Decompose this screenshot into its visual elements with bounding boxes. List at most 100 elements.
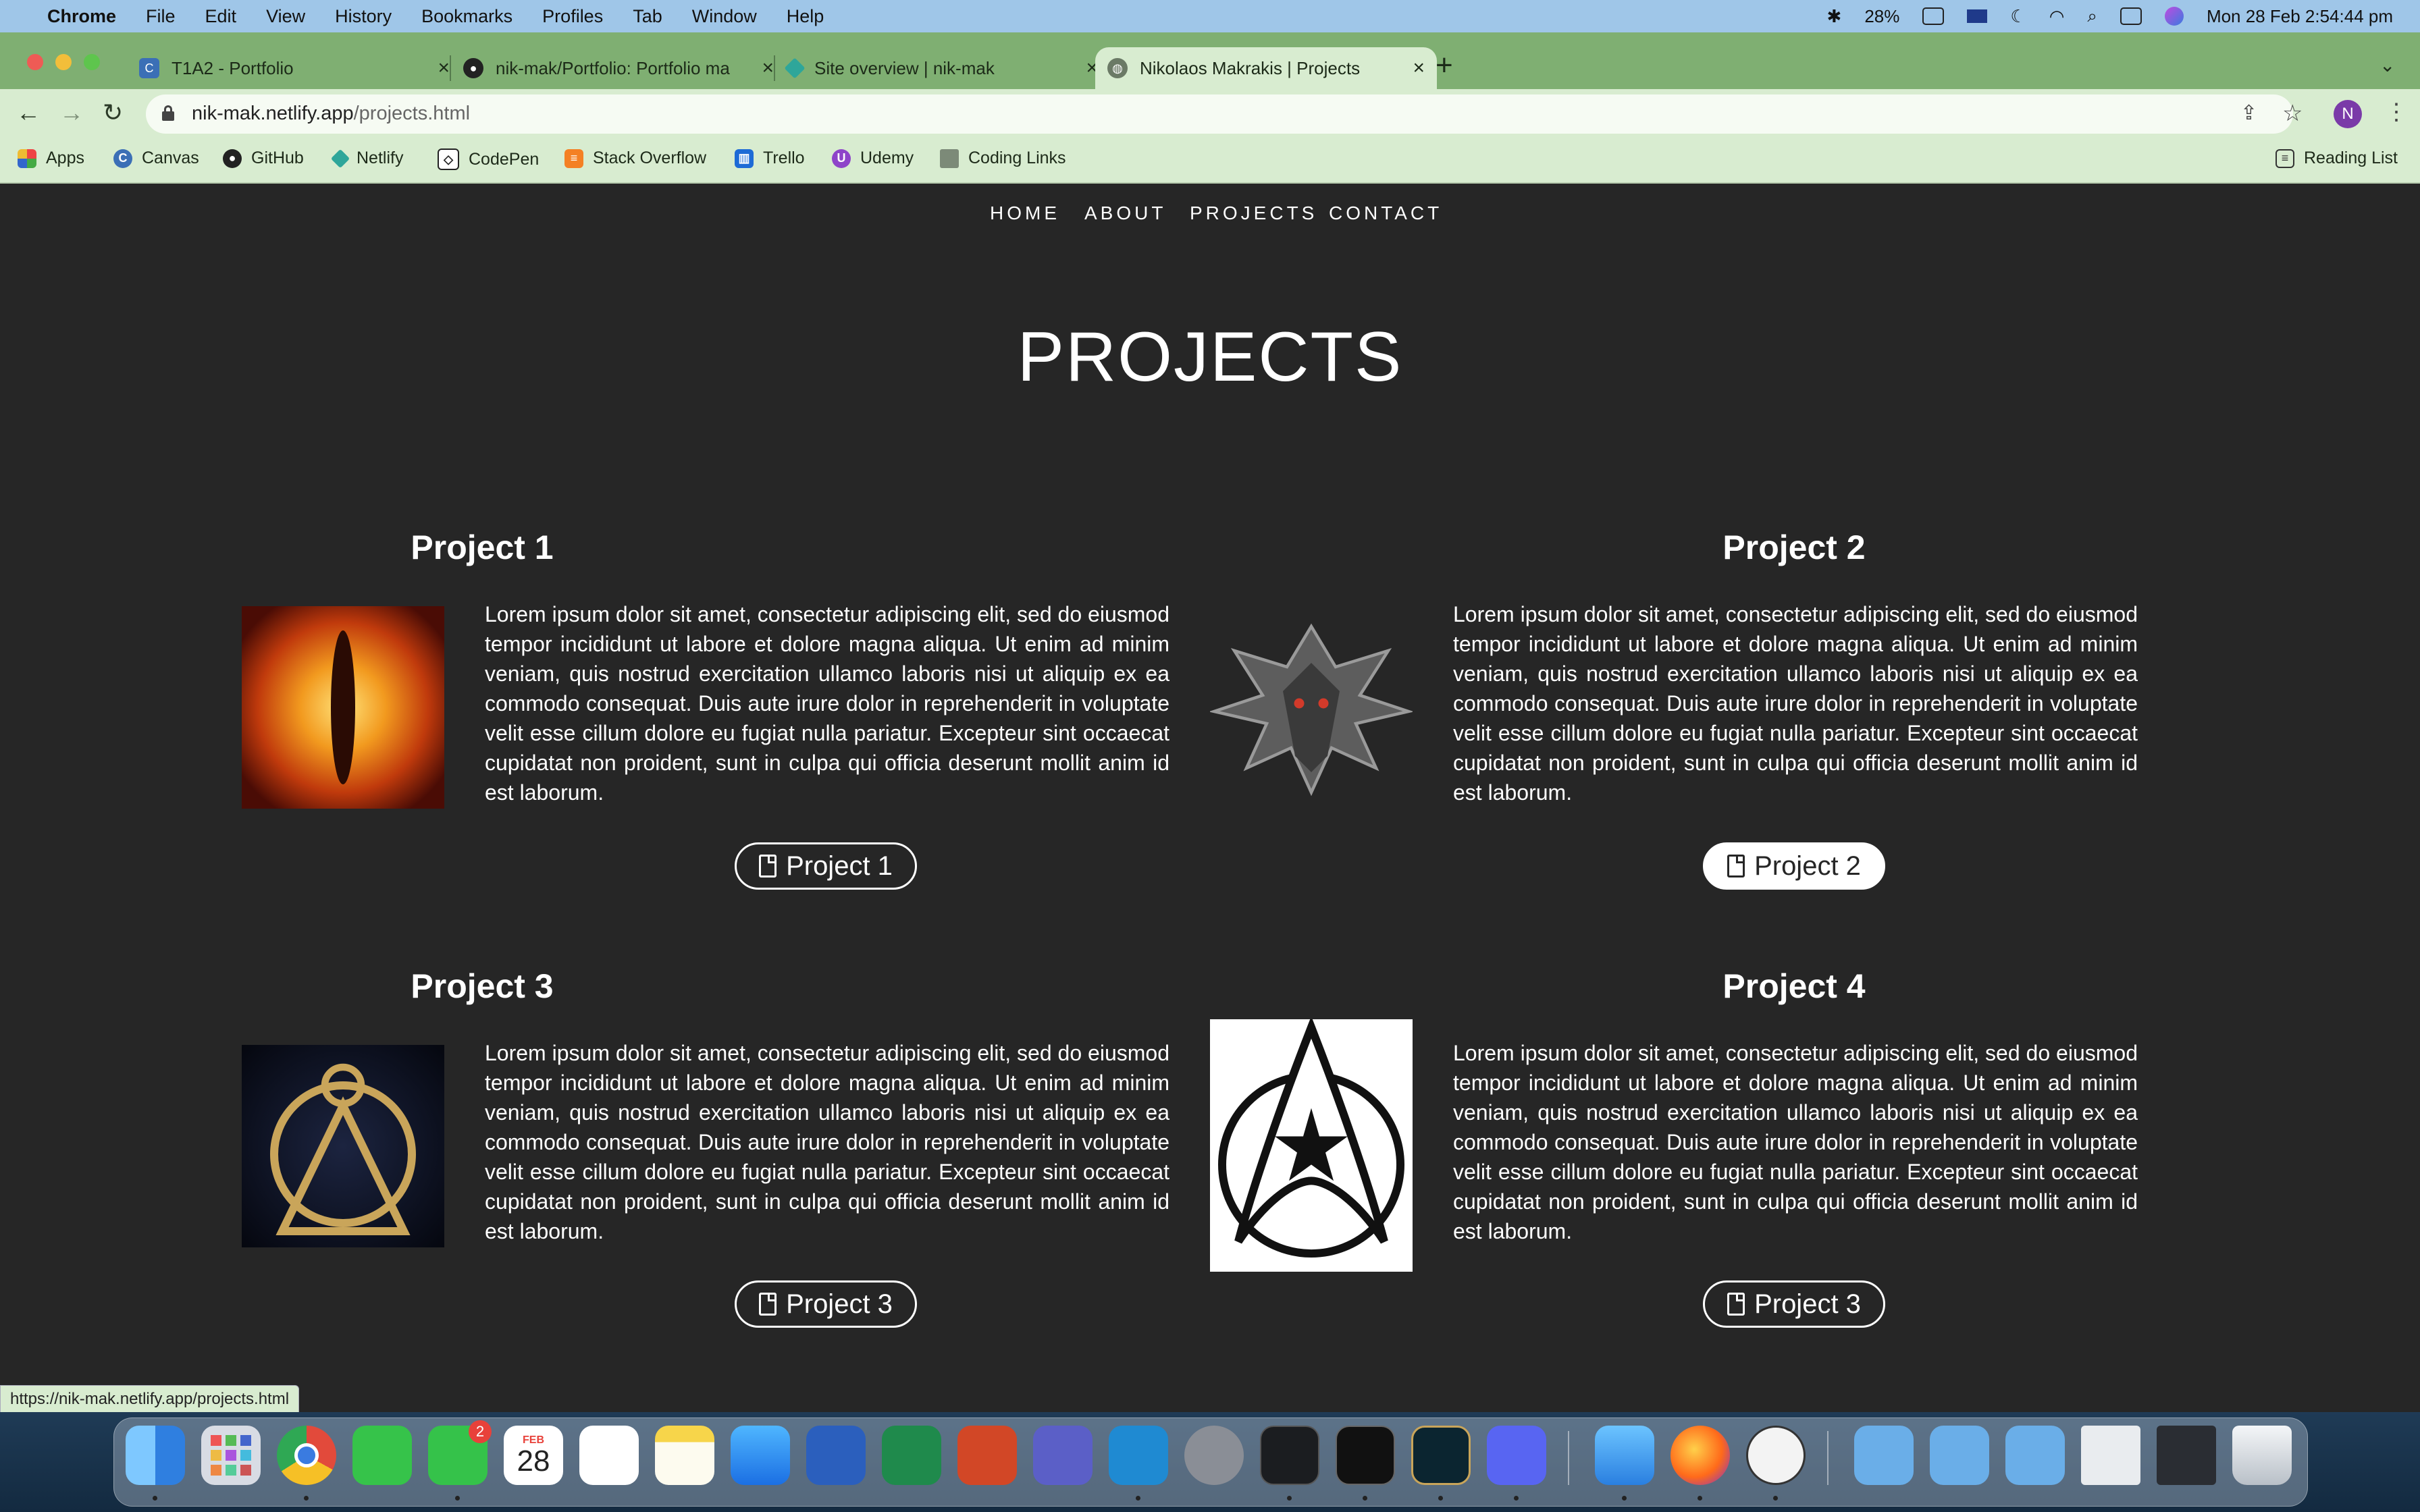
excel-icon[interactable]	[882, 1426, 941, 1485]
spotlight-search-icon[interactable]: ⌕	[2087, 5, 2097, 27]
project-4-button[interactable]: Project 3	[1703, 1280, 1885, 1328]
reminders-icon[interactable]	[579, 1426, 639, 1485]
menu-app-chrome[interactable]: Chrome	[47, 6, 116, 27]
terminal-icon[interactable]	[1336, 1426, 1395, 1485]
downloads-folder-icon[interactable]	[2005, 1426, 2065, 1485]
forward-arrow-icon[interactable]: →	[59, 99, 84, 127]
profile-avatar[interactable]: N	[2334, 100, 2362, 128]
tab-t1a2-portfolio[interactable]: C T1A2 - Portfolio ×	[130, 47, 459, 89]
nav-about-link[interactable]: ABOUT	[1084, 202, 1166, 224]
running-indicator	[1698, 1496, 1702, 1501]
nav-home-link[interactable]: HOME	[990, 202, 1060, 224]
menu-bookmarks[interactable]: Bookmarks	[421, 6, 512, 27]
activity-monitor-icon[interactable]	[1260, 1426, 1319, 1485]
recent-window-2-icon[interactable]	[2157, 1426, 2216, 1485]
word-icon[interactable]	[806, 1426, 866, 1485]
address-url[interactable]: nik-mak.netlify.app/projects.html	[192, 103, 470, 125]
project-2-button[interactable]: Project 2	[1703, 842, 1885, 890]
bookmark-label: Netlify	[357, 148, 404, 167]
tab-nikolaos-projects[interactable]: ◍ Nikolaos Makrakis | Projects ×	[1095, 47, 1437, 89]
focus-moon-icon[interactable]: ☾	[2010, 6, 2026, 27]
wifi-icon[interactable]: ◠	[2049, 6, 2065, 27]
bookmark-stack-overflow[interactable]: ≡ Stack Overflow	[564, 148, 706, 168]
menu-file[interactable]: File	[146, 6, 176, 27]
tab-title: T1A2 - Portfolio	[172, 57, 294, 78]
clock-datetime[interactable]: Mon 28 Feb 2:54:44 pm	[2207, 6, 2393, 27]
menu-profiles[interactable]: Profiles	[542, 6, 603, 27]
running-indicator	[1136, 1496, 1140, 1501]
bluetooth-icon[interactable]: ✱	[1827, 6, 1842, 27]
siri-icon[interactable]	[2164, 7, 2184, 26]
bookmark-udemy[interactable]: U Udemy	[832, 148, 914, 168]
tab-netlify-site-overview[interactable]: Site overview | nik-mak ×	[778, 47, 1107, 89]
bookmark-apps[interactable]: Apps	[18, 148, 84, 168]
tab-search-chevron-icon[interactable]: ⌄	[2379, 54, 2395, 76]
control-center-icon[interactable]	[2120, 7, 2142, 25]
menu-edit[interactable]: Edit	[205, 6, 237, 27]
reading-list-icon: ≡	[2276, 148, 2294, 168]
share-icon[interactable]: ⇪	[2240, 101, 2257, 125]
reading-list-button[interactable]: ≡ Reading List	[2276, 148, 2398, 168]
bookmark-trello[interactable]: ▥ Trello	[735, 148, 805, 168]
window-minimize-icon[interactable]	[55, 54, 72, 70]
battery-icon[interactable]	[1922, 7, 1945, 25]
finder-icon[interactable]	[126, 1426, 185, 1485]
bookmark-canvas[interactable]: C Canvas	[113, 148, 199, 168]
window-zoom-icon[interactable]	[84, 54, 100, 70]
menu-help[interactable]: Help	[787, 6, 824, 27]
menu-window[interactable]: Window	[692, 6, 757, 27]
close-tab-icon[interactable]: ×	[438, 57, 450, 80]
project-4-description: Lorem ipsum dolor sit amet, consectetur …	[1453, 1041, 2138, 1243]
udemy-icon: U	[832, 148, 851, 168]
nav-projects-link[interactable]: PROJECTS	[1190, 202, 1317, 224]
notes-icon[interactable]	[655, 1426, 714, 1485]
calendar-icon[interactable]: FEB 28	[504, 1426, 563, 1485]
bookmark-label: Udemy	[860, 148, 914, 167]
teams-icon[interactable]	[1033, 1426, 1093, 1485]
league-of-legends-icon[interactable]	[1411, 1426, 1471, 1485]
bookmark-github[interactable]: ● GitHub	[223, 148, 304, 168]
chrome-menu-kebab-icon[interactable]: ⋮	[2385, 99, 2408, 126]
system-preferences-icon[interactable]	[1184, 1426, 1244, 1485]
powerpoint-icon[interactable]	[957, 1426, 1017, 1485]
menu-tab[interactable]: Tab	[633, 6, 662, 27]
documents-folder-icon[interactable]	[1854, 1426, 1914, 1485]
window-close-icon[interactable]	[27, 54, 43, 70]
tab-github-portfolio[interactable]: ● nik-mak/Portfolio: Portfolio ma ×	[454, 47, 783, 89]
firefox-icon[interactable]	[1671, 1426, 1730, 1485]
bookmark-codepen[interactable]: ◇ CodePen	[438, 148, 539, 170]
applications-folder-icon[interactable]	[1930, 1426, 1989, 1485]
back-arrow-icon[interactable]: ←	[16, 99, 41, 127]
lock-icon[interactable]	[162, 105, 174, 122]
messages-icon[interactable]: 2	[428, 1420, 492, 1485]
app-store-icon[interactable]	[731, 1426, 790, 1485]
mail-icon[interactable]	[1595, 1426, 1654, 1485]
new-tab-plus-icon[interactable]: +	[1436, 49, 1453, 82]
vscode-icon[interactable]	[1109, 1426, 1168, 1485]
launchpad-icon[interactable]	[201, 1426, 261, 1485]
bookmark-label: Canvas	[142, 148, 199, 167]
bookmark-star-icon[interactable]: ☆	[2282, 100, 2303, 127]
recent-window-icon[interactable]	[2081, 1426, 2140, 1485]
battery-percent: 28%	[1864, 5, 1900, 26]
menu-history[interactable]: History	[335, 6, 392, 27]
nav-contact-link[interactable]: CONTACT	[1329, 202, 1442, 224]
codepen-icon: ◇	[438, 148, 459, 170]
reload-icon[interactable]: ↻	[103, 99, 123, 127]
project-1-heading: Project 1	[411, 529, 554, 566]
trash-icon[interactable]	[2232, 1426, 2292, 1485]
memoji-icon[interactable]	[1746, 1426, 1806, 1485]
stack-overflow-icon: ≡	[564, 148, 583, 168]
facetime-icon[interactable]	[352, 1426, 412, 1485]
chrome-icon[interactable]	[277, 1426, 336, 1485]
close-tab-icon[interactable]: ×	[762, 57, 774, 80]
close-tab-icon[interactable]: ×	[1413, 57, 1425, 80]
bookmark-coding-links-folder[interactable]: Coding Links	[940, 148, 1066, 168]
discord-icon[interactable]	[1487, 1426, 1546, 1485]
url-host: nik-mak.netlify.app	[192, 103, 354, 124]
project-1-button[interactable]: Project 1	[735, 842, 917, 890]
flag-icon[interactable]	[1967, 9, 1988, 23]
project-3-button[interactable]: Project 3	[735, 1280, 917, 1328]
menu-view[interactable]: View	[266, 6, 305, 27]
bookmark-netlify[interactable]: Netlify	[330, 148, 404, 168]
